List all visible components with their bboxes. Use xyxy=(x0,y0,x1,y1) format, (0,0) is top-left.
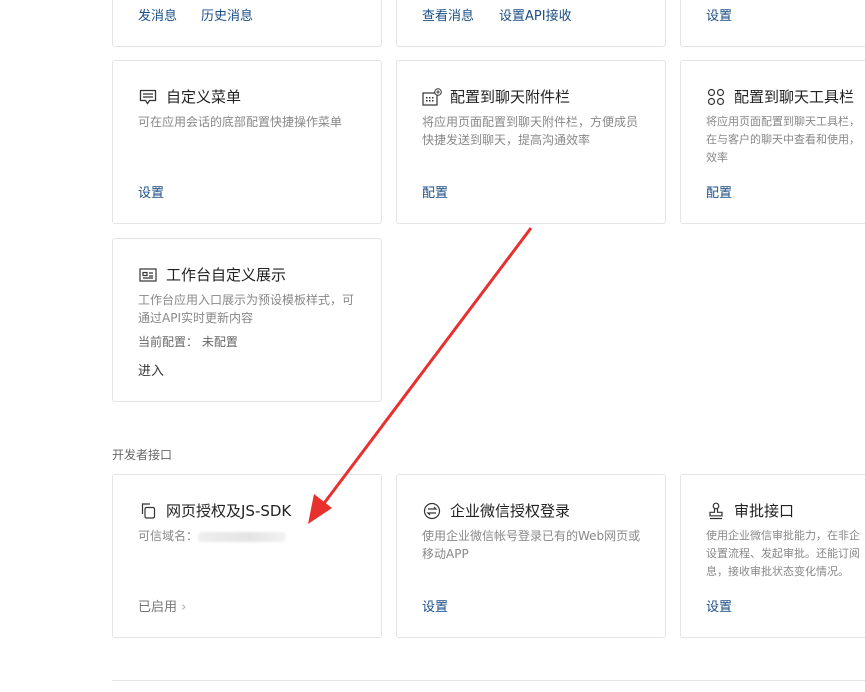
annotation-arrow xyxy=(308,227,533,524)
arrow-shaft xyxy=(320,227,533,507)
